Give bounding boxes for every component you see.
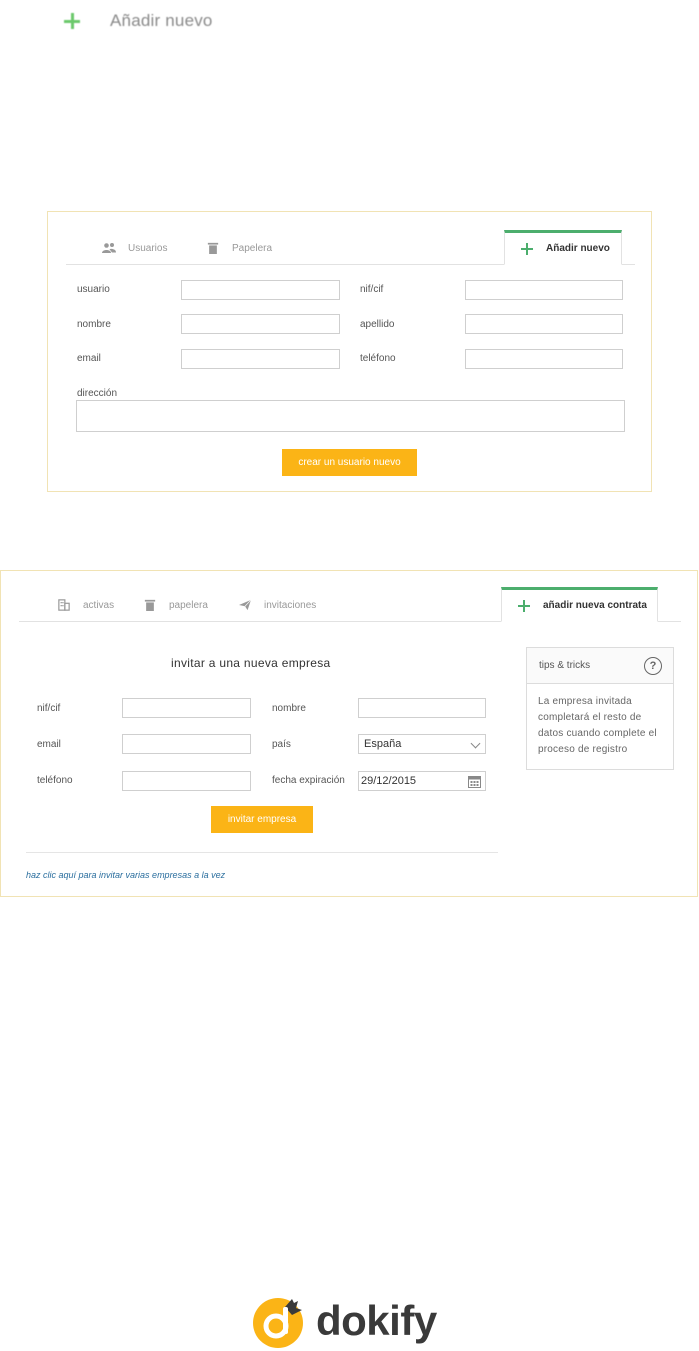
fecha-expiracion-label: fecha expiración	[272, 775, 345, 786]
tab-anadir-nueva-contrata-label: añadir nueva contrata	[543, 600, 647, 611]
email-input[interactable]	[181, 349, 340, 369]
tab-invitaciones[interactable]: invitaciones	[238, 588, 316, 622]
chevron-down-icon	[470, 738, 481, 749]
nombre-label: nombre	[272, 703, 306, 714]
tips-title: tips & tricks	[539, 660, 591, 671]
tab-activas-label: activas	[83, 599, 115, 611]
new-user-panel: Usuarios Papelera Añadir nuevo usuario n…	[47, 211, 652, 492]
tab-invitaciones-label: invitaciones	[264, 599, 317, 611]
telefono-label: teléfono	[360, 353, 396, 364]
nif-cif-label: nif/cif	[37, 703, 61, 714]
building-icon	[58, 599, 70, 611]
apellido-label: apellido	[360, 319, 395, 330]
company-nombre-input[interactable]	[358, 698, 486, 718]
nif-cif-label: nif/cif	[360, 284, 384, 295]
company-nif-cif-input[interactable]	[122, 698, 251, 718]
plus-icon	[518, 599, 530, 612]
dokify-wordmark: dokify	[316, 1296, 437, 1344]
email-label: email	[77, 353, 101, 364]
invite-company-button[interactable]: invitar empresa	[211, 806, 313, 833]
tab-papelera[interactable]: Papelera	[206, 231, 272, 265]
fecha-expiracion-value: 29/12/2015	[361, 775, 417, 787]
fecha-expiracion-input[interactable]: 29/12/2015	[358, 771, 486, 791]
tab-activas[interactable]: activas	[57, 588, 114, 622]
section-title: invitar a una nueva empresa	[171, 656, 331, 670]
email-label: email	[37, 739, 61, 750]
top-add-new-label: Añadir nuevo	[110, 11, 213, 30]
nombre-label: nombre	[77, 319, 111, 330]
tips-header: tips & tricks ?	[527, 648, 673, 684]
company-telefono-input[interactable]	[122, 771, 251, 791]
pais-label: país	[272, 739, 291, 750]
trash-icon	[144, 599, 156, 611]
dokify-logo: dokify	[252, 1293, 437, 1348]
create-user-button[interactable]: crear un usuario nuevo	[282, 449, 417, 476]
tab-anadir-nuevo[interactable]: Añadir nuevo	[504, 230, 622, 265]
tips-body: La empresa invitada completará el resto …	[538, 696, 657, 755]
calendar-icon[interactable]	[468, 775, 481, 788]
paper-plane-icon	[239, 599, 252, 611]
company-tabs: activas papelera invitaciones añadir nue…	[19, 587, 681, 622]
tab-anadir-nuevo-label: Añadir nuevo	[546, 243, 610, 254]
question-icon[interactable]: ?	[644, 657, 662, 675]
bulk-invite-link[interactable]: haz clic aquí para invitar varias empres…	[26, 870, 225, 880]
tab-papelera-label: Papelera	[232, 242, 273, 254]
pais-selected-value: España	[364, 738, 402, 750]
user-tabs: Usuarios Papelera Añadir nuevo	[66, 230, 635, 265]
direccion-textarea[interactable]	[76, 400, 625, 432]
top-add-new[interactable]: Añadir nuevo	[62, 8, 213, 34]
direccion-label: dirección	[77, 388, 118, 399]
pais-select[interactable]: España	[358, 734, 486, 754]
usuario-input[interactable]	[181, 280, 340, 300]
tips-box: tips & tricks ? La empresa invitada comp…	[526, 647, 674, 770]
tab-papelera-empresas[interactable]: papelera	[143, 588, 208, 622]
tab-usuarios[interactable]: Usuarios	[102, 231, 167, 265]
invite-company-panel: activas papelera invitaciones añadir nue…	[0, 570, 698, 897]
usuario-label: usuario	[77, 284, 110, 295]
users-icon	[102, 243, 116, 253]
plus-icon	[62, 11, 82, 31]
nif-cif-input[interactable]	[465, 280, 623, 300]
plus-icon	[521, 242, 533, 255]
telefono-label: teléfono	[37, 775, 73, 786]
trash-icon	[207, 242, 219, 254]
company-email-input[interactable]	[122, 734, 251, 754]
tab-usuarios-label: Usuarios	[128, 242, 168, 254]
tab-papelera-empresas-label: papelera	[169, 599, 208, 611]
tab-anadir-nueva-contrata[interactable]: añadir nueva contrata	[501, 587, 658, 622]
apellido-input[interactable]	[465, 314, 623, 334]
dokify-logo-icon	[253, 1297, 303, 1348]
nombre-input[interactable]	[181, 314, 340, 334]
telefono-input[interactable]	[465, 349, 623, 369]
divider	[26, 852, 498, 853]
